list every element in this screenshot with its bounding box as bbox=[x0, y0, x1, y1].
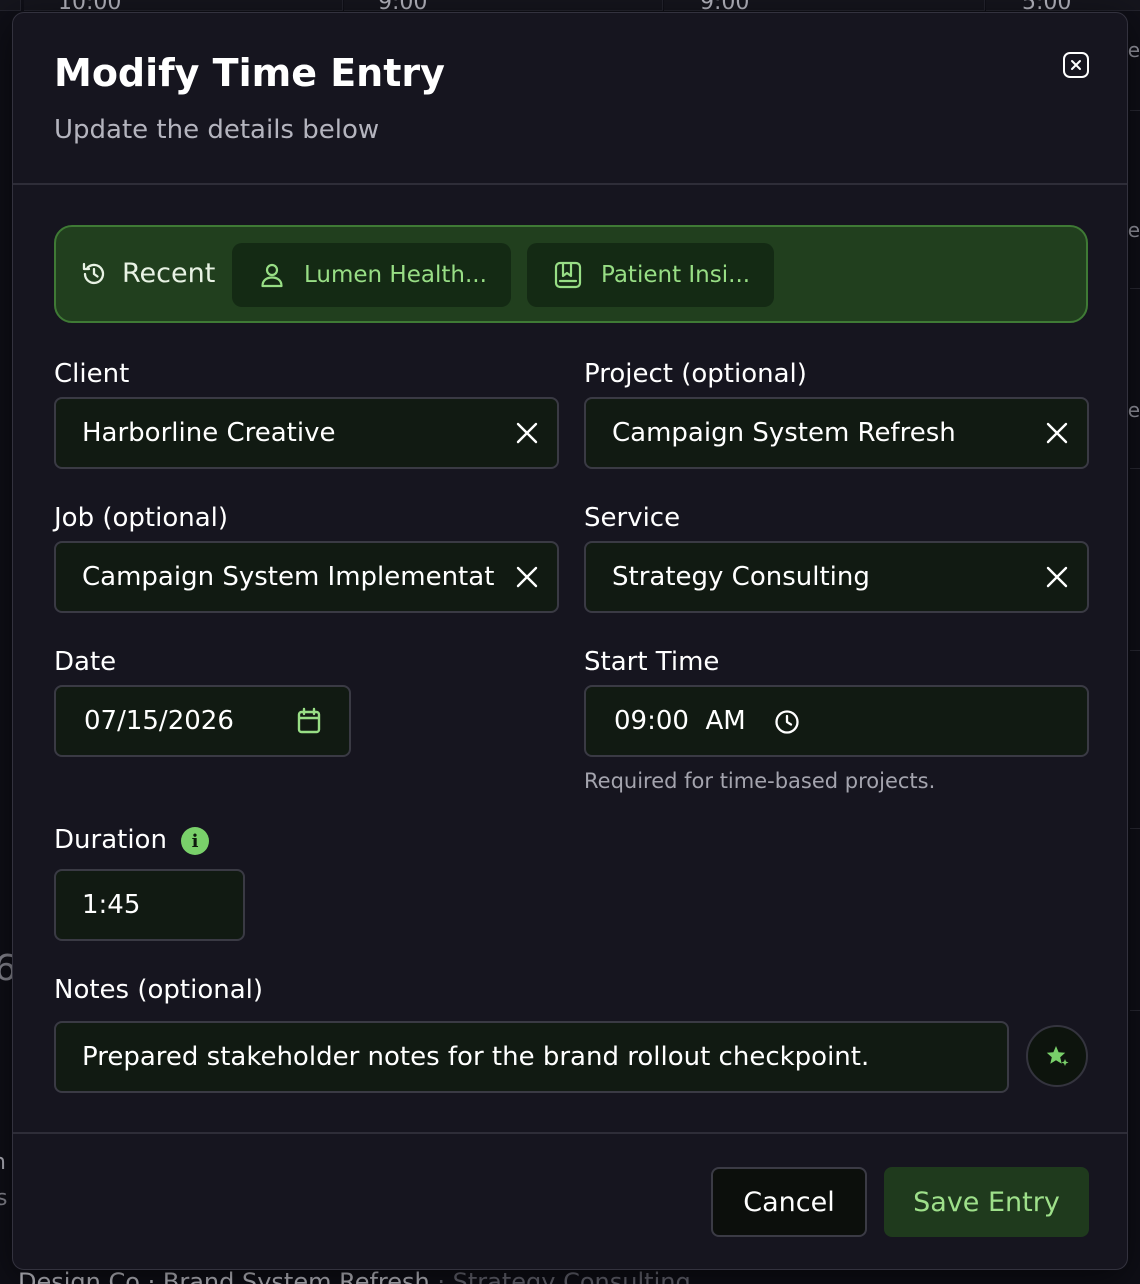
bg-fragment: n bbox=[0, 1150, 6, 1175]
date-label: Date bbox=[54, 647, 117, 677]
notes-label: Notes (optional) bbox=[54, 975, 264, 1005]
recent-chip-label: Lumen Health... bbox=[304, 262, 487, 288]
project-label: Project (optional) bbox=[584, 359, 807, 389]
service-label: Service bbox=[584, 503, 681, 533]
start-time-value: 09:00 AM bbox=[614, 706, 746, 736]
bg-entry-sep: · bbox=[147, 1268, 156, 1284]
bg-fragment: e bbox=[1127, 398, 1140, 422]
clear-project-button[interactable] bbox=[1045, 421, 1069, 445]
recent-label: Recent bbox=[122, 258, 216, 289]
bg-entry-project: Brand System Refresh bbox=[162, 1268, 430, 1284]
footer-divider bbox=[13, 1132, 1127, 1134]
bg-divider bbox=[1130, 828, 1140, 829]
bg-divider bbox=[1130, 468, 1140, 469]
notes-input[interactable]: Prepared stakeholder notes for the brand… bbox=[54, 1021, 1009, 1093]
recent-chip-label: Patient Insi... bbox=[601, 262, 751, 288]
bg-divider bbox=[1130, 1010, 1140, 1011]
job-value: Campaign System Implementation bbox=[82, 562, 496, 592]
modify-time-entry-dialog: Modify Time Entry Update the details bel… bbox=[12, 12, 1128, 1270]
bg-divider bbox=[1130, 288, 1140, 289]
bg-fragment: e bbox=[1127, 38, 1140, 62]
recent-bar: Recent Lumen Health... Patient Insi... bbox=[54, 225, 1088, 323]
close-icon bbox=[516, 566, 538, 588]
bg-fragment: e bbox=[1127, 218, 1140, 242]
client-label: Client bbox=[54, 359, 130, 389]
project-select[interactable]: Campaign System Refresh bbox=[584, 397, 1089, 469]
start-time-helper: Required for time-based projects. bbox=[584, 769, 936, 793]
duration-value: 1:45 bbox=[82, 890, 141, 920]
clear-client-button[interactable] bbox=[515, 421, 539, 445]
dialog-title: Modify Time Entry bbox=[54, 51, 445, 95]
service-value: Strategy Consulting bbox=[612, 562, 870, 592]
bg-divider bbox=[1130, 110, 1140, 111]
client-value: Harborline Creative bbox=[82, 418, 336, 448]
bg-cell bbox=[0, 0, 21, 11]
close-button[interactable] bbox=[1063, 52, 1089, 78]
project-value: Campaign System Refresh bbox=[612, 418, 956, 448]
bg-entry-service: Strategy Consulting bbox=[452, 1268, 691, 1284]
close-icon bbox=[1046, 566, 1068, 588]
sparkle-star-icon bbox=[1046, 1046, 1069, 1066]
job-label: Job (optional) bbox=[54, 503, 229, 533]
close-icon bbox=[1071, 60, 1081, 70]
header-divider bbox=[13, 183, 1127, 185]
recent-chip-project[interactable]: Patient Insi... bbox=[527, 243, 774, 307]
clear-service-button[interactable] bbox=[1045, 565, 1069, 589]
service-select[interactable]: Strategy Consulting bbox=[584, 541, 1089, 613]
bg-entry-sep: · bbox=[437, 1268, 446, 1284]
save-entry-button[interactable]: Save Entry bbox=[884, 1167, 1089, 1237]
bg-entry-client: Design Co bbox=[18, 1268, 140, 1284]
bg-fragment: s bbox=[0, 1186, 8, 1211]
recent-chip-client[interactable]: Lumen Health... bbox=[232, 243, 511, 307]
clock-icon[interactable] bbox=[774, 709, 800, 735]
dialog-subtitle: Update the details below bbox=[54, 115, 380, 145]
clear-job-button[interactable] bbox=[515, 565, 539, 589]
job-select[interactable]: Campaign System Implementation bbox=[54, 541, 559, 613]
date-input[interactable]: 07/15/2026 bbox=[54, 685, 351, 757]
start-time-label: Start Time bbox=[584, 647, 720, 677]
duration-input[interactable]: 1:45 bbox=[54, 869, 245, 941]
bg-entry-summary: Design Co · Brand System Refresh · Strat… bbox=[18, 1268, 691, 1284]
user-icon bbox=[258, 261, 286, 289]
recent-header: Recent bbox=[80, 258, 215, 289]
client-select[interactable]: Harborline Creative bbox=[54, 397, 559, 469]
start-time-input[interactable]: 09:00 AM bbox=[584, 685, 1089, 757]
calendar-icon[interactable] bbox=[296, 707, 322, 735]
ai-assist-button[interactable] bbox=[1026, 1025, 1088, 1087]
info-glyph: i bbox=[191, 830, 199, 852]
cancel-button[interactable]: Cancel bbox=[711, 1167, 867, 1237]
duration-label: Duration bbox=[54, 825, 167, 855]
info-icon[interactable]: i bbox=[181, 827, 209, 855]
close-icon bbox=[516, 422, 538, 444]
project-book-icon bbox=[553, 260, 583, 290]
close-icon bbox=[1046, 422, 1068, 444]
date-value: 07/15/2026 bbox=[84, 706, 234, 736]
bg-divider bbox=[1130, 650, 1140, 651]
notes-value: Prepared stakeholder notes for the brand… bbox=[82, 1042, 870, 1072]
history-icon bbox=[82, 262, 105, 284]
